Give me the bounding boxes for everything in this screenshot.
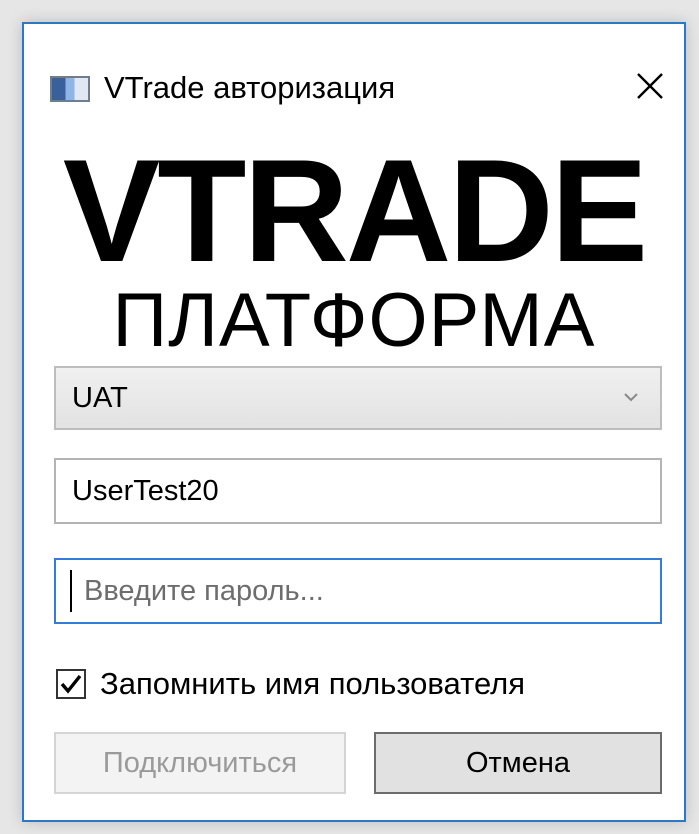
close-icon bbox=[637, 73, 663, 99]
connect-button[interactable]: Подключиться bbox=[54, 732, 346, 794]
app-window-icon bbox=[50, 76, 90, 102]
remember-username-label: Запомнить имя пользователя bbox=[100, 666, 526, 701]
remember-username-checkbox[interactable]: Запомнить имя пользователя bbox=[56, 666, 525, 702]
username-input[interactable] bbox=[54, 458, 662, 524]
password-input[interactable] bbox=[54, 558, 662, 624]
environment-selected-value: UAT bbox=[72, 381, 128, 414]
text-caret bbox=[70, 570, 72, 612]
chevron-down-icon bbox=[624, 393, 638, 402]
login-dialog: VTrade авторизация VTRADE ПЛАТФОРМА UAT … bbox=[22, 22, 686, 822]
logo-title: VTRADE bbox=[62, 129, 648, 292]
title-bar[interactable]: VTrade авторизация bbox=[24, 24, 684, 124]
window-title: VTrade авторизация bbox=[104, 70, 396, 105]
environment-select[interactable]: UAT bbox=[54, 366, 662, 430]
checkbox-box[interactable] bbox=[56, 669, 86, 699]
checkmark-icon bbox=[60, 674, 82, 694]
logo-subtitle: ПЛАТФОРМА bbox=[112, 278, 596, 363]
close-button[interactable] bbox=[628, 64, 672, 108]
cancel-button[interactable]: Отмена bbox=[374, 732, 662, 794]
